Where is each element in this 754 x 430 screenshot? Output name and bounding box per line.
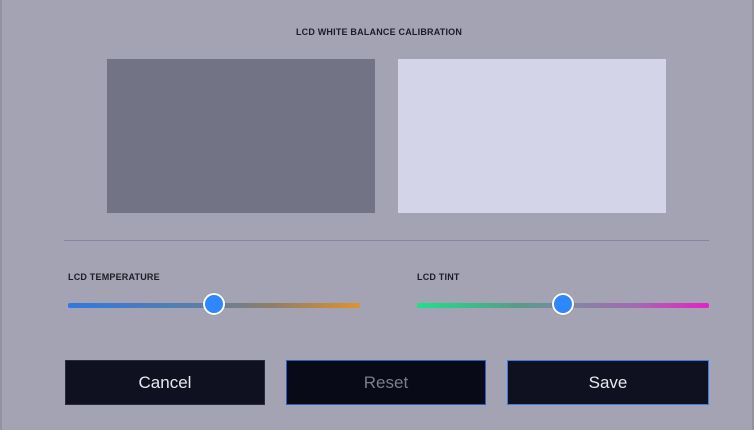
temperature-label: LCD TEMPERATURE <box>68 272 160 282</box>
reset-button[interactable]: Reset <box>286 360 486 405</box>
divider <box>64 240 709 241</box>
light-reference-swatch <box>398 59 666 213</box>
cancel-button[interactable]: Cancel <box>65 360 265 405</box>
temperature-slider-thumb[interactable] <box>203 293 225 315</box>
dialog-title: LCD WHITE BALANCE CALIBRATION <box>295 27 463 37</box>
save-button[interactable]: Save <box>507 360 709 405</box>
tint-slider-thumb[interactable] <box>552 293 574 315</box>
white-balance-dialog: LCD WHITE BALANCE CALIBRATION LCD TEMPER… <box>0 0 754 430</box>
dark-reference-swatch <box>107 59 375 213</box>
tint-label: LCD TINT <box>417 272 460 282</box>
